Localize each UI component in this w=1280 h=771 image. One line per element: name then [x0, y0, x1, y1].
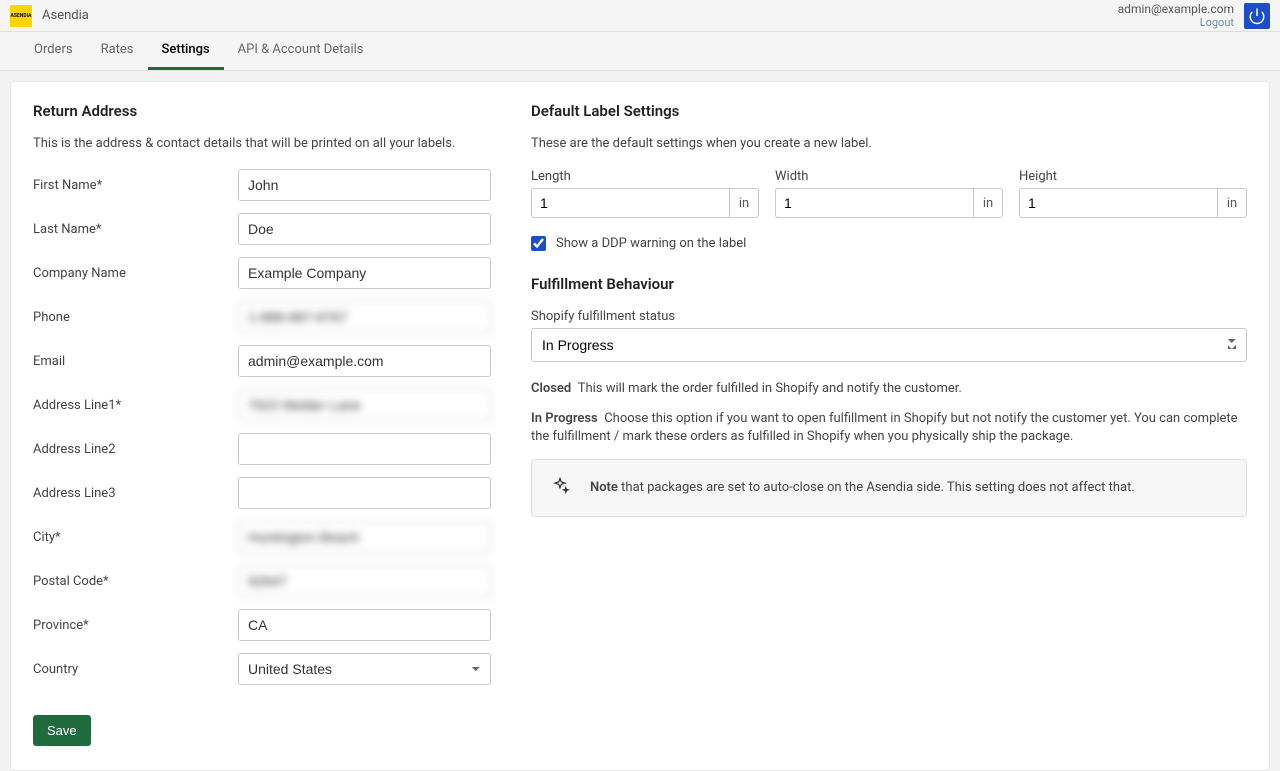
address1-input[interactable]	[238, 389, 491, 421]
width-unit: in	[973, 188, 1003, 218]
province-label: Province*	[33, 618, 238, 633]
first-name-label: First Name*	[33, 178, 238, 193]
first-name-input[interactable]	[238, 169, 491, 201]
ddp-warning-checkbox[interactable]	[531, 236, 546, 251]
note-text: Note that packages are set to auto-close…	[590, 480, 1135, 495]
tab-rates[interactable]: Rates	[87, 32, 148, 70]
tab-settings[interactable]: Settings	[148, 32, 224, 70]
address2-input[interactable]	[238, 433, 491, 465]
length-unit: in	[729, 188, 759, 218]
brand-name: Asendia	[42, 8, 89, 23]
ddp-warning-label: Show a DDP warning on the label	[556, 236, 746, 251]
email-label: Email	[33, 354, 238, 369]
company-input[interactable]	[238, 257, 491, 289]
avatar[interactable]	[1244, 3, 1270, 29]
phone-label: Phone	[33, 310, 238, 325]
return-address-title: Return Address	[33, 102, 491, 120]
settings-content: Return Address This is the address & con…	[10, 81, 1270, 771]
tab-bar: Orders Rates Settings API & Account Deta…	[0, 32, 1280, 71]
logout-link[interactable]: Logout	[1118, 16, 1234, 29]
length-label: Length	[531, 169, 759, 184]
user-email: admin@example.com	[1118, 2, 1234, 16]
inprogress-help: In Progress Choose this option if you wa…	[531, 410, 1247, 446]
return-address-desc: This is the address & contact details th…	[33, 136, 491, 151]
label-settings-section: Default Label Settings These are the def…	[531, 102, 1247, 746]
power-icon	[1248, 7, 1266, 25]
height-unit: in	[1217, 188, 1247, 218]
address1-label: Address Line1*	[33, 398, 238, 413]
app-header: ASENDIA Asendia admin@example.com Logout	[0, 0, 1280, 32]
country-label: Country	[33, 662, 238, 677]
brand-logo: ASENDIA	[10, 5, 32, 27]
province-input[interactable]	[238, 609, 491, 641]
postal-input[interactable]	[238, 565, 491, 597]
last-name-label: Last Name*	[33, 222, 238, 237]
note-box: Note that packages are set to auto-close…	[531, 459, 1247, 517]
fulfillment-title: Fulfillment Behaviour	[531, 275, 1247, 293]
label-settings-title: Default Label Settings	[531, 102, 1247, 120]
fulfill-status-label: Shopify fulfillment status	[531, 309, 1247, 324]
address3-label: Address Line3	[33, 486, 238, 501]
height-input[interactable]	[1019, 188, 1217, 218]
return-address-section: Return Address This is the address & con…	[33, 102, 491, 746]
address3-input[interactable]	[238, 477, 491, 509]
city-label: City*	[33, 530, 238, 545]
height-label: Height	[1019, 169, 1247, 184]
sparkle-icon	[550, 476, 570, 500]
company-label: Company Name	[33, 266, 238, 281]
country-select[interactable]: United States	[238, 653, 491, 685]
email-input[interactable]	[238, 345, 491, 377]
label-settings-desc: These are the default settings when you …	[531, 136, 1247, 151]
phone-input[interactable]	[238, 301, 491, 333]
tab-api-account[interactable]: API & Account Details	[224, 32, 378, 70]
last-name-input[interactable]	[238, 213, 491, 245]
fulfill-status-select[interactable]: In Progress	[531, 328, 1247, 362]
city-input[interactable]	[238, 521, 491, 553]
width-label: Width	[775, 169, 1003, 184]
postal-label: Postal Code*	[33, 574, 238, 589]
closed-help: Closed This will mark the order fulfille…	[531, 380, 1247, 398]
tab-orders[interactable]: Orders	[20, 32, 87, 70]
length-input[interactable]	[531, 188, 729, 218]
width-input[interactable]	[775, 188, 973, 218]
address2-label: Address Line2	[33, 442, 238, 457]
